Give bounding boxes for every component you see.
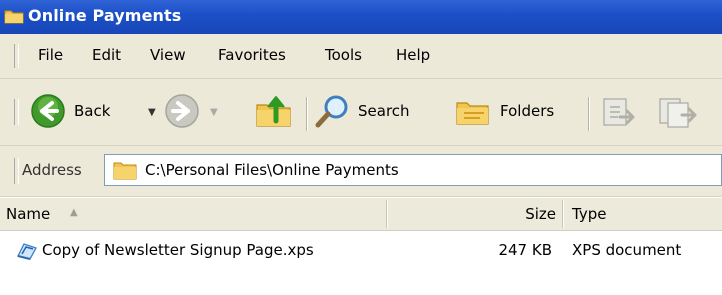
address-grip[interactable] [14,158,19,184]
column-header-type[interactable]: Type [564,198,722,230]
file-size: 247 KB [498,241,552,259]
menu-view[interactable]: View [150,46,186,64]
column-header-name[interactable]: Name ▲ [0,198,386,230]
column-name-label: Name [6,205,51,223]
folder-icon [113,160,137,180]
window-title: Online Payments [28,6,182,25]
forward-button[interactable]: ▼ [164,91,234,131]
search-icon [314,93,352,133]
menu-file[interactable]: File [38,46,63,64]
up-folder-icon[interactable] [254,93,294,133]
folders-icon [454,93,492,133]
address-path: C:\Personal Files\Online Payments [145,161,399,179]
file-type: XPS document [572,241,682,259]
xps-document-icon [16,240,38,260]
folders-label: Folders [500,102,555,120]
menu-grip[interactable] [14,44,19,68]
menu-favorites[interactable]: Favorites [218,46,286,64]
sort-ascending-icon: ▲ [70,207,78,218]
forward-icon [164,93,200,133]
address-bar: Address C:\Personal Files\Online Payment… [0,146,722,197]
list-item[interactable]: Copy of Newsletter Signup Page.xps 247 K… [0,234,722,268]
search-button[interactable]: Search [314,91,444,131]
back-button[interactable]: Back ▼ [30,91,170,131]
file-name: Copy of Newsletter Signup Page.xps [42,241,314,259]
back-label: Back [74,102,111,120]
folder-icon [4,8,24,24]
forward-dropdown-icon[interactable]: ▼ [210,107,218,118]
menu-tools[interactable]: Tools [325,46,362,64]
move-to-icon[interactable] [600,95,640,133]
toolbar-separator [306,97,308,131]
column-header-size[interactable]: Size [388,198,562,230]
menu-edit[interactable]: Edit [92,46,121,64]
toolbar: Back ▼ ▼ Search Folders [0,79,722,146]
back-dropdown-icon[interactable]: ▼ [148,107,156,118]
list-header: Name ▲ Size Type [0,198,722,231]
title-bar: Online Payments [0,0,722,34]
toolbar-separator [588,97,590,131]
copy-to-icon[interactable] [656,95,702,133]
address-input[interactable]: C:\Personal Files\Online Payments [104,154,722,186]
folders-button[interactable]: Folders [454,91,578,131]
search-label: Search [358,102,410,120]
menu-bar: File Edit View Favorites Tools Help [0,34,722,79]
address-label: Address [22,161,82,179]
column-size-label: Size [525,205,556,223]
toolbar-grip[interactable] [14,99,19,125]
column-type-label: Type [572,205,607,223]
back-icon [30,93,66,133]
menu-help[interactable]: Help [396,46,430,64]
